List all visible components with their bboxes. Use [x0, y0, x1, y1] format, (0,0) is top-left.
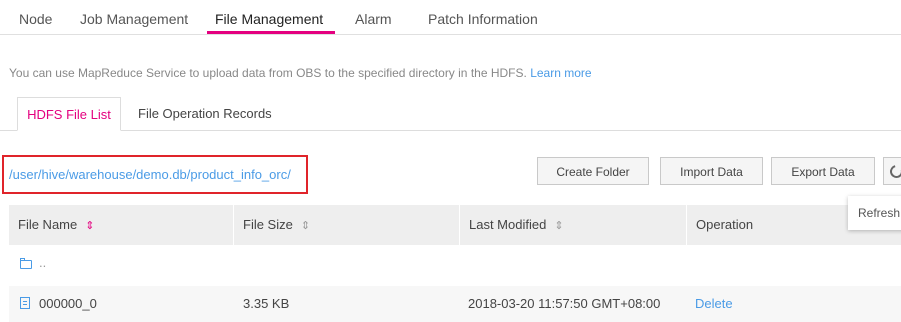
- file-icon: [20, 297, 30, 309]
- sort-icon[interactable]: ⇕: [554, 220, 563, 232]
- delete-link[interactable]: Delete: [695, 296, 733, 311]
- refresh-button[interactable]: [883, 157, 901, 185]
- parent-directory-link[interactable]: ..: [39, 255, 46, 270]
- file-size: 3.35 KB: [243, 296, 290, 311]
- folder-icon: [20, 258, 32, 269]
- column-file-size-label: File Size: [243, 217, 293, 232]
- table-header: File Name ⇕ File Size ⇕ Last Modified ⇕ Ope…: [9, 205, 901, 245]
- table-row: 000000_0 3.35 KB 2018-03-20 11:57:50 GMT…: [9, 286, 901, 322]
- column-operation-label: Operation: [696, 217, 754, 232]
- top-nav: Node Job Management File Management Alar…: [0, 0, 901, 35]
- tab-alarm[interactable]: Alarm: [355, 11, 392, 27]
- info-text: You can use MapReduce Service to upload …: [9, 66, 592, 80]
- tab-hdfs-file-list[interactable]: HDFS File List: [17, 97, 121, 131]
- column-file-size: File Size ⇕: [233, 205, 459, 245]
- import-data-button[interactable]: Import Data: [660, 157, 763, 185]
- active-tab-indicator: [207, 31, 335, 34]
- refresh-icon: [887, 162, 901, 181]
- info-message: You can use MapReduce Service to upload …: [9, 66, 527, 80]
- tab-patch-information[interactable]: Patch Information: [428, 11, 538, 27]
- refresh-tooltip: Refresh: [848, 196, 901, 230]
- last-modified: 2018-03-20 11:57:50 GMT+08:00: [468, 296, 661, 311]
- column-file-name: File Name ⇕: [9, 205, 233, 245]
- tab-job-management[interactable]: Job Management: [80, 11, 188, 27]
- sort-icon[interactable]: ⇕: [85, 220, 94, 232]
- table-row-parent[interactable]: ..: [9, 245, 901, 285]
- column-file-name-label: File Name: [18, 217, 78, 232]
- file-name[interactable]: 000000_0: [39, 296, 97, 311]
- column-last-modified: Last Modified ⇕: [459, 205, 686, 245]
- tab-file-operation-records[interactable]: File Operation Records: [138, 97, 272, 130]
- column-last-modified-label: Last Modified: [469, 217, 547, 232]
- tab-node[interactable]: Node: [19, 11, 52, 27]
- export-data-button[interactable]: Export Data: [771, 157, 875, 185]
- hdfs-path-breadcrumb[interactable]: /user/hive/warehouse/demo.db/product_inf…: [9, 167, 291, 182]
- tab-file-management[interactable]: File Management: [215, 11, 323, 27]
- learn-more-link[interactable]: Learn more: [530, 66, 591, 80]
- sub-tabs: HDFS File List File Operation Records: [0, 97, 901, 131]
- create-folder-button[interactable]: Create Folder: [537, 157, 649, 185]
- sort-icon[interactable]: ⇕: [301, 220, 310, 232]
